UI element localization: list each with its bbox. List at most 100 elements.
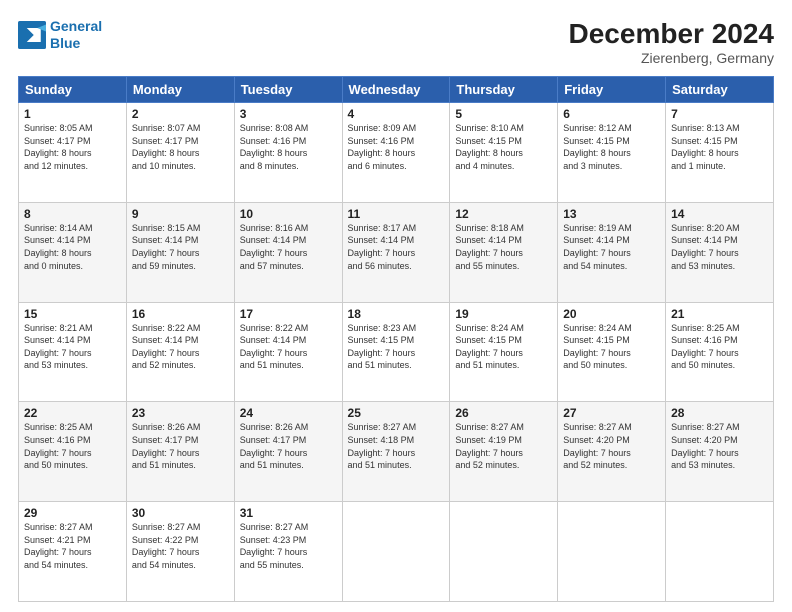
- calendar-cell: 25Sunrise: 8:27 AMSunset: 4:18 PMDayligh…: [342, 402, 450, 502]
- day-info: Sunrise: 8:24 AMSunset: 4:15 PMDaylight:…: [455, 322, 552, 372]
- logo-line1: General: [50, 18, 102, 34]
- day-number: 22: [24, 406, 121, 420]
- calendar-week-1: 1Sunrise: 8:05 AMSunset: 4:17 PMDaylight…: [19, 103, 774, 203]
- day-number: 8: [24, 207, 121, 221]
- day-info: Sunrise: 8:24 AMSunset: 4:15 PMDaylight:…: [563, 322, 660, 372]
- day-info: Sunrise: 8:12 AMSunset: 4:15 PMDaylight:…: [563, 122, 660, 172]
- calendar-cell: 7Sunrise: 8:13 AMSunset: 4:15 PMDaylight…: [666, 103, 774, 203]
- col-monday: Monday: [126, 77, 234, 103]
- day-number: 7: [671, 107, 768, 121]
- day-info: Sunrise: 8:21 AMSunset: 4:14 PMDaylight:…: [24, 322, 121, 372]
- calendar-cell: 4Sunrise: 8:09 AMSunset: 4:16 PMDaylight…: [342, 103, 450, 203]
- calendar-cell: 31Sunrise: 8:27 AMSunset: 4:23 PMDayligh…: [234, 502, 342, 602]
- calendar-cell: 10Sunrise: 8:16 AMSunset: 4:14 PMDayligh…: [234, 202, 342, 302]
- day-info: Sunrise: 8:15 AMSunset: 4:14 PMDaylight:…: [132, 222, 229, 272]
- calendar-cell: 9Sunrise: 8:15 AMSunset: 4:14 PMDaylight…: [126, 202, 234, 302]
- calendar-cell: 12Sunrise: 8:18 AMSunset: 4:14 PMDayligh…: [450, 202, 558, 302]
- day-number: 25: [348, 406, 445, 420]
- day-number: 6: [563, 107, 660, 121]
- col-saturday: Saturday: [666, 77, 774, 103]
- page-header: General Blue December 2024 Zierenberg, G…: [18, 18, 774, 66]
- day-number: 5: [455, 107, 552, 121]
- day-info: Sunrise: 8:16 AMSunset: 4:14 PMDaylight:…: [240, 222, 337, 272]
- day-info: Sunrise: 8:27 AMSunset: 4:21 PMDaylight:…: [24, 521, 121, 571]
- day-number: 29: [24, 506, 121, 520]
- calendar-cell: 20Sunrise: 8:24 AMSunset: 4:15 PMDayligh…: [558, 302, 666, 402]
- day-number: 9: [132, 207, 229, 221]
- calendar-cell: 23Sunrise: 8:26 AMSunset: 4:17 PMDayligh…: [126, 402, 234, 502]
- day-number: 24: [240, 406, 337, 420]
- day-info: Sunrise: 8:09 AMSunset: 4:16 PMDaylight:…: [348, 122, 445, 172]
- day-info: Sunrise: 8:26 AMSunset: 4:17 PMDaylight:…: [240, 421, 337, 471]
- calendar-cell: 13Sunrise: 8:19 AMSunset: 4:14 PMDayligh…: [558, 202, 666, 302]
- calendar-cell: [666, 502, 774, 602]
- calendar-cell: 28Sunrise: 8:27 AMSunset: 4:20 PMDayligh…: [666, 402, 774, 502]
- day-number: 4: [348, 107, 445, 121]
- calendar-cell: 18Sunrise: 8:23 AMSunset: 4:15 PMDayligh…: [342, 302, 450, 402]
- col-wednesday: Wednesday: [342, 77, 450, 103]
- day-info: Sunrise: 8:25 AMSunset: 4:16 PMDaylight:…: [24, 421, 121, 471]
- day-number: 21: [671, 307, 768, 321]
- calendar-header-row: Sunday Monday Tuesday Wednesday Thursday…: [19, 77, 774, 103]
- day-info: Sunrise: 8:27 AMSunset: 4:19 PMDaylight:…: [455, 421, 552, 471]
- calendar-cell: 26Sunrise: 8:27 AMSunset: 4:19 PMDayligh…: [450, 402, 558, 502]
- logo-icon: [18, 21, 46, 49]
- day-number: 18: [348, 307, 445, 321]
- calendar-cell: 3Sunrise: 8:08 AMSunset: 4:16 PMDaylight…: [234, 103, 342, 203]
- day-number: 23: [132, 406, 229, 420]
- day-info: Sunrise: 8:13 AMSunset: 4:15 PMDaylight:…: [671, 122, 768, 172]
- day-number: 30: [132, 506, 229, 520]
- day-info: Sunrise: 8:27 AMSunset: 4:23 PMDaylight:…: [240, 521, 337, 571]
- day-info: Sunrise: 8:07 AMSunset: 4:17 PMDaylight:…: [132, 122, 229, 172]
- day-info: Sunrise: 8:22 AMSunset: 4:14 PMDaylight:…: [132, 322, 229, 372]
- subtitle: Zierenberg, Germany: [569, 50, 774, 66]
- day-info: Sunrise: 8:17 AMSunset: 4:14 PMDaylight:…: [348, 222, 445, 272]
- day-info: Sunrise: 8:26 AMSunset: 4:17 PMDaylight:…: [132, 421, 229, 471]
- calendar-cell: 19Sunrise: 8:24 AMSunset: 4:15 PMDayligh…: [450, 302, 558, 402]
- day-info: Sunrise: 8:27 AMSunset: 4:18 PMDaylight:…: [348, 421, 445, 471]
- day-info: Sunrise: 8:10 AMSunset: 4:15 PMDaylight:…: [455, 122, 552, 172]
- day-info: Sunrise: 8:23 AMSunset: 4:15 PMDaylight:…: [348, 322, 445, 372]
- day-number: 1: [24, 107, 121, 121]
- calendar-cell: 15Sunrise: 8:21 AMSunset: 4:14 PMDayligh…: [19, 302, 127, 402]
- calendar-cell: 16Sunrise: 8:22 AMSunset: 4:14 PMDayligh…: [126, 302, 234, 402]
- calendar-cell: 29Sunrise: 8:27 AMSunset: 4:21 PMDayligh…: [19, 502, 127, 602]
- calendar-cell: 5Sunrise: 8:10 AMSunset: 4:15 PMDaylight…: [450, 103, 558, 203]
- day-number: 19: [455, 307, 552, 321]
- calendar-cell: 21Sunrise: 8:25 AMSunset: 4:16 PMDayligh…: [666, 302, 774, 402]
- calendar-cell: 24Sunrise: 8:26 AMSunset: 4:17 PMDayligh…: [234, 402, 342, 502]
- calendar-cell: 22Sunrise: 8:25 AMSunset: 4:16 PMDayligh…: [19, 402, 127, 502]
- main-title: December 2024: [569, 18, 774, 50]
- day-info: Sunrise: 8:08 AMSunset: 4:16 PMDaylight:…: [240, 122, 337, 172]
- calendar-cell: 8Sunrise: 8:14 AMSunset: 4:14 PMDaylight…: [19, 202, 127, 302]
- day-info: Sunrise: 8:27 AMSunset: 4:20 PMDaylight:…: [563, 421, 660, 471]
- day-number: 16: [132, 307, 229, 321]
- calendar-cell: 1Sunrise: 8:05 AMSunset: 4:17 PMDaylight…: [19, 103, 127, 203]
- day-number: 14: [671, 207, 768, 221]
- day-number: 2: [132, 107, 229, 121]
- day-number: 27: [563, 406, 660, 420]
- title-block: December 2024 Zierenberg, Germany: [569, 18, 774, 66]
- calendar-cell: [450, 502, 558, 602]
- col-friday: Friday: [558, 77, 666, 103]
- day-number: 28: [671, 406, 768, 420]
- day-number: 13: [563, 207, 660, 221]
- calendar-cell: 11Sunrise: 8:17 AMSunset: 4:14 PMDayligh…: [342, 202, 450, 302]
- day-number: 26: [455, 406, 552, 420]
- calendar-cell: 27Sunrise: 8:27 AMSunset: 4:20 PMDayligh…: [558, 402, 666, 502]
- day-number: 15: [24, 307, 121, 321]
- day-info: Sunrise: 8:19 AMSunset: 4:14 PMDaylight:…: [563, 222, 660, 272]
- calendar-week-4: 22Sunrise: 8:25 AMSunset: 4:16 PMDayligh…: [19, 402, 774, 502]
- day-info: Sunrise: 8:27 AMSunset: 4:22 PMDaylight:…: [132, 521, 229, 571]
- day-number: 12: [455, 207, 552, 221]
- day-info: Sunrise: 8:25 AMSunset: 4:16 PMDaylight:…: [671, 322, 768, 372]
- col-sunday: Sunday: [19, 77, 127, 103]
- day-number: 20: [563, 307, 660, 321]
- calendar-cell: 30Sunrise: 8:27 AMSunset: 4:22 PMDayligh…: [126, 502, 234, 602]
- calendar-table: Sunday Monday Tuesday Wednesday Thursday…: [18, 76, 774, 602]
- day-info: Sunrise: 8:20 AMSunset: 4:14 PMDaylight:…: [671, 222, 768, 272]
- calendar-cell: [342, 502, 450, 602]
- calendar-cell: 14Sunrise: 8:20 AMSunset: 4:14 PMDayligh…: [666, 202, 774, 302]
- calendar-page: General Blue December 2024 Zierenberg, G…: [0, 0, 792, 612]
- logo-text: General Blue: [50, 18, 102, 52]
